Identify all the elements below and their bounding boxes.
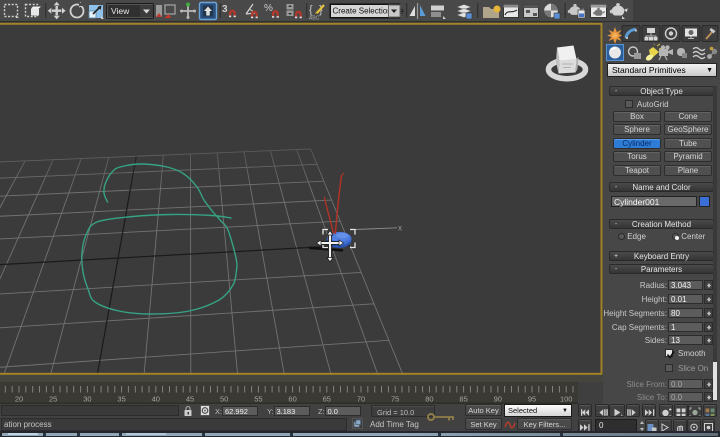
svg-text:90: 90 [494,395,502,404]
svg-text:3: 3 [222,4,228,15]
svg-text:100: 100 [560,395,573,404]
svg-text:85: 85 [459,395,467,404]
svg-text:80: 80 [425,395,433,404]
svg-text:50: 50 [220,395,228,404]
svg-text:70: 70 [357,395,365,404]
svg-text:{: { [309,4,313,16]
svg-text:40: 40 [152,395,160,404]
svg-text:View: View [111,6,130,16]
svg-text:20: 20 [15,395,23,404]
svg-text:55: 55 [254,395,262,404]
svg-text:x: x [398,224,402,233]
svg-text:30: 30 [83,395,91,404]
svg-text:%: % [264,3,273,14]
svg-text:45: 45 [186,395,194,404]
svg-text:65: 65 [323,395,331,404]
svg-text:95: 95 [528,395,536,404]
svg-text:ABC: ABC [309,16,320,22]
svg-text:25: 25 [49,395,57,404]
svg-text:75: 75 [391,395,399,404]
svg-text:60: 60 [288,395,296,404]
svg-text:35: 35 [117,395,125,404]
